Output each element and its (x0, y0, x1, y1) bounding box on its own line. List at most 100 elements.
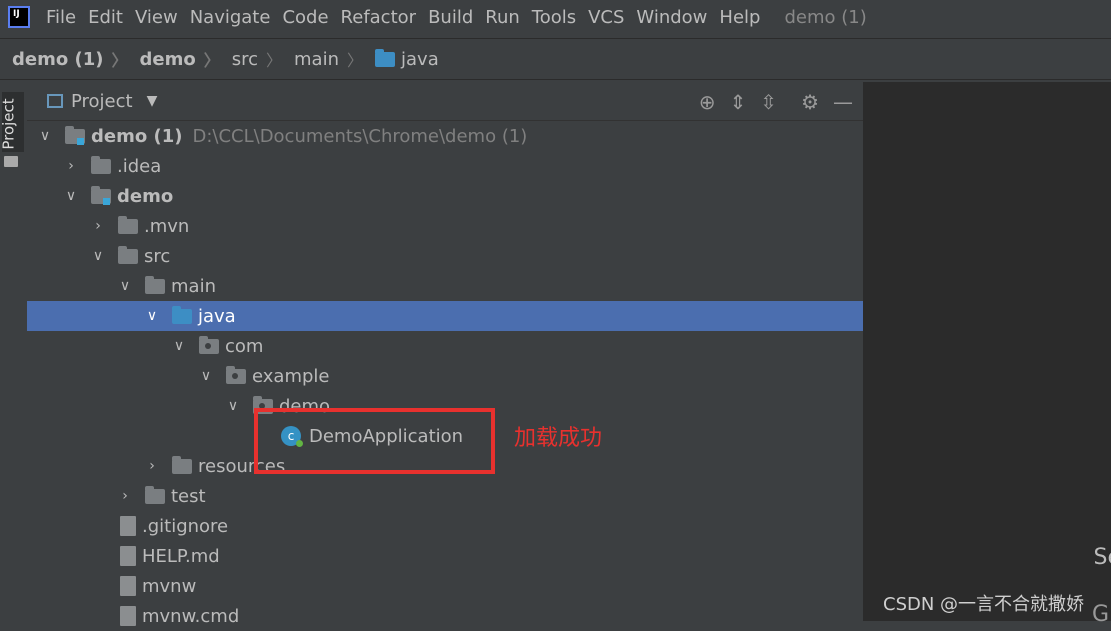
project-tool-tab[interactable]: Project (2, 92, 24, 152)
chevron-down-icon[interactable]: ∨ (225, 398, 241, 414)
menu-navigate[interactable]: Navigate (190, 7, 271, 28)
folder-icon (118, 219, 138, 234)
project-tree: ∨ demo (1) D:\CCL\Documents\Chrome\demo … (27, 121, 863, 631)
tree-label: src (144, 246, 170, 267)
chevron-right-icon[interactable]: › (117, 488, 133, 504)
chevron-down-icon[interactable]: ▼ (147, 93, 158, 109)
tree-row[interactable]: ∨ demo (27, 181, 863, 211)
tree-row-selected[interactable]: ∨ java (27, 301, 863, 331)
menu-view[interactable]: View (135, 7, 178, 28)
tree-label: .mvn (144, 216, 189, 237)
tree-label: mvnw (142, 576, 196, 597)
project-panel: Project ▼ ⊕ ⇕ ⇳ ⚙ — ∨ demo (1) D:\CCL\Do… (27, 82, 863, 621)
annotation-label: 加载成功 (514, 420, 602, 452)
breadcrumb-item[interactable]: src 〉 (232, 47, 282, 71)
tree-label: demo (117, 186, 173, 207)
chevron-right-icon: 〉 (111, 47, 127, 71)
menu-bar: IJ File Edit View Navigate Code Refactor… (0, 0, 1111, 34)
breadcrumb-label: main (294, 49, 339, 70)
window-title: demo (1) (784, 7, 866, 28)
shell-file-icon (120, 576, 136, 596)
intellij-logo-icon: IJ (8, 6, 30, 28)
editor-text: G (1092, 602, 1109, 627)
tree-label: mvnw.cmd (142, 606, 239, 627)
chevron-right-icon[interactable]: › (90, 218, 106, 234)
project-tab-label: Project (0, 98, 18, 149)
left-tool-strip: Project (0, 82, 28, 621)
tree-row[interactable]: ∨ demo (1) D:\CCL\Documents\Chrome\demo … (27, 121, 863, 151)
menu-run[interactable]: Run (485, 7, 520, 28)
gear-icon[interactable]: ⚙ (801, 90, 819, 114)
highlight-box (254, 408, 495, 474)
cmd-file-icon (120, 606, 136, 626)
tree-label: com (225, 336, 263, 357)
tree-row[interactable]: › .idea (27, 151, 863, 181)
menu-refactor[interactable]: Refactor (341, 7, 417, 28)
tree-label: .idea (117, 156, 161, 177)
gitignore-file-icon (120, 516, 136, 536)
folder-icon (118, 249, 138, 264)
breadcrumb-label: java (401, 49, 439, 70)
chevron-down-icon[interactable]: ∨ (171, 338, 187, 354)
breadcrumb: demo (1)〉 demo 〉 src 〉 main 〉 java (0, 38, 1111, 80)
breadcrumb-label: src (232, 49, 258, 70)
editor-area[interactable]: Se G (863, 82, 1111, 621)
resources-folder-icon (172, 459, 192, 474)
chevron-down-icon[interactable]: ∨ (90, 248, 106, 264)
collapse-all-icon[interactable]: ⇳ (760, 90, 777, 114)
module-folder-icon (91, 189, 111, 204)
tree-row[interactable]: mvnw.cmd (27, 601, 863, 631)
project-view-icon (47, 94, 63, 108)
menu-window[interactable]: Window (636, 7, 707, 28)
chevron-right-icon: 〉 (347, 47, 363, 71)
chevron-right-icon[interactable]: › (144, 458, 160, 474)
menu-file[interactable]: File (46, 7, 76, 28)
chevron-down-icon[interactable]: ∨ (63, 188, 79, 204)
menu-build[interactable]: Build (428, 7, 473, 28)
tree-row[interactable]: ∨ example (27, 361, 863, 391)
expand-all-icon[interactable]: ⇕ (730, 90, 747, 114)
folder-icon (145, 489, 165, 504)
menu-help[interactable]: Help (719, 7, 760, 28)
tree-row[interactable]: mvnw (27, 571, 863, 601)
folder-icon[interactable] (4, 156, 18, 167)
breadcrumb-item[interactable]: demo 〉 (139, 47, 219, 71)
panel-title[interactable]: Project (71, 91, 133, 112)
minimize-icon[interactable]: — (833, 90, 853, 114)
chevron-down-icon[interactable]: ∨ (117, 278, 133, 294)
watermark: CSDN @一言不合就撒娇 (883, 590, 1084, 616)
folder-icon (375, 52, 395, 67)
menu-code[interactable]: Code (282, 7, 328, 28)
project-panel-header: Project ▼ ⊕ ⇕ ⇳ ⚙ — (27, 82, 863, 121)
tree-row[interactable]: › test (27, 481, 863, 511)
breadcrumb-item[interactable]: main 〉 (294, 47, 363, 71)
breadcrumb-item[interactable]: demo (1)〉 (12, 47, 127, 71)
chevron-right-icon: 〉 (204, 47, 220, 71)
chevron-right-icon[interactable]: › (63, 158, 79, 174)
folder-icon (145, 279, 165, 294)
tree-row[interactable]: HELP.md (27, 541, 863, 571)
tree-row[interactable]: ∨ main (27, 271, 863, 301)
tree-label: example (252, 366, 329, 387)
tree-row[interactable]: › .mvn (27, 211, 863, 241)
tree-row[interactable]: ∨ com (27, 331, 863, 361)
editor-text: Se (1094, 545, 1111, 570)
menu-vcs[interactable]: VCS (588, 7, 624, 28)
chevron-down-icon[interactable]: ∨ (37, 128, 53, 144)
chevron-down-icon[interactable]: ∨ (198, 368, 214, 384)
tree-path: D:\CCL\Documents\Chrome\demo (1) (192, 126, 527, 147)
tree-label: java (198, 306, 236, 327)
breadcrumb-item[interactable]: java (375, 49, 439, 70)
tree-label: .gitignore (142, 516, 228, 537)
menu-tools[interactable]: Tools (532, 7, 576, 28)
breadcrumb-label: demo (139, 49, 195, 70)
module-folder-icon (65, 129, 85, 144)
chevron-down-icon[interactable]: ∨ (144, 308, 160, 324)
tree-label: main (171, 276, 216, 297)
locate-icon[interactable]: ⊕ (699, 90, 716, 114)
menu-edit[interactable]: Edit (88, 7, 123, 28)
tree-row[interactable]: .gitignore (27, 511, 863, 541)
tree-row[interactable]: ∨ src (27, 241, 863, 271)
chevron-right-icon: 〉 (266, 47, 282, 71)
panel-toolbar: ⊕ ⇕ ⇳ ⚙ — (699, 90, 853, 114)
